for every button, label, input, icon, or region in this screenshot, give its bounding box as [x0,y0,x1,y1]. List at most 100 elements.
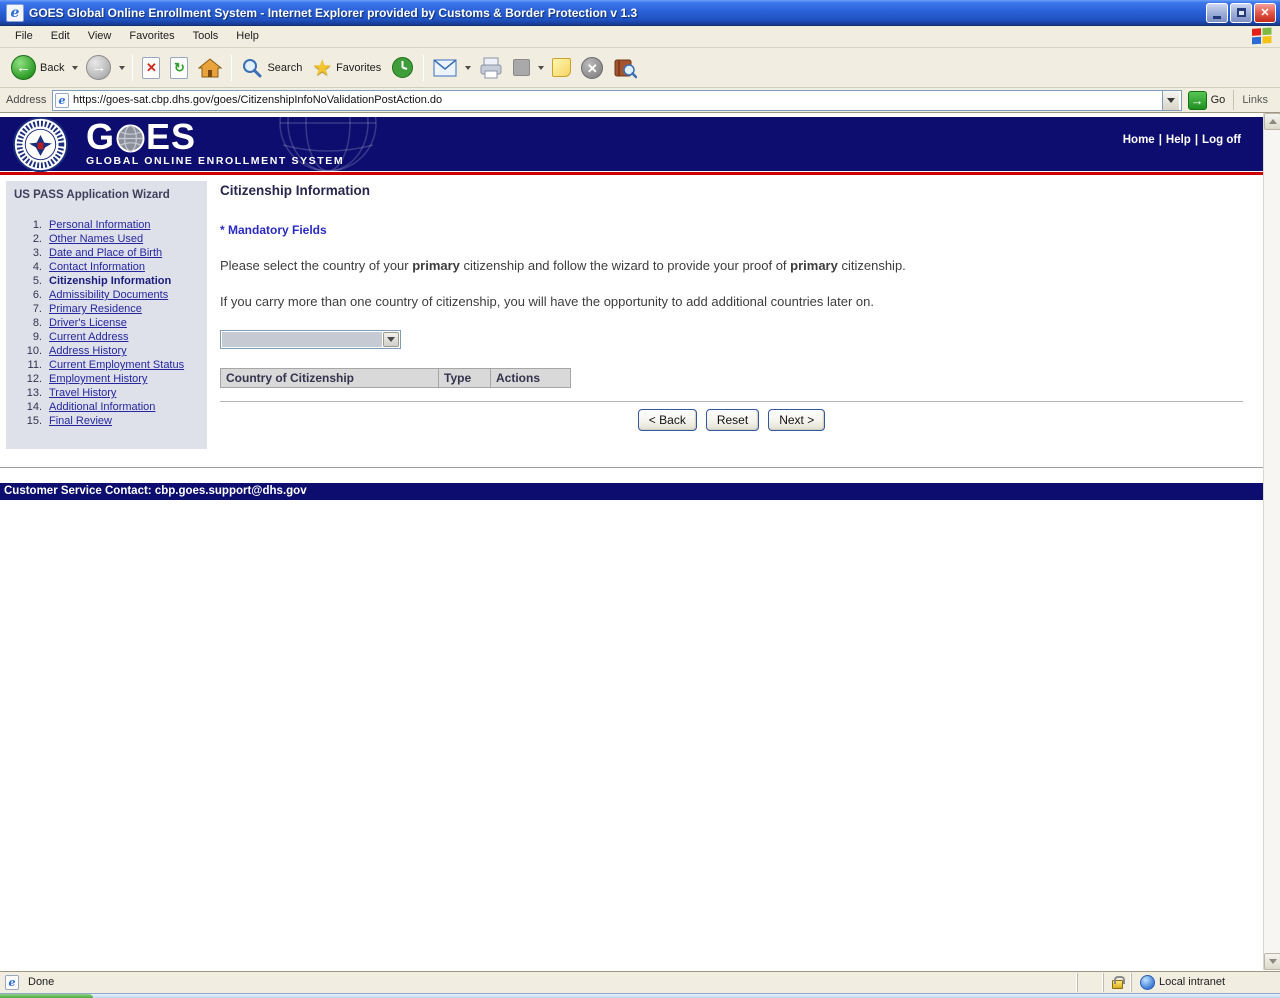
go-button[interactable]: → Go [1182,90,1234,110]
reset-button[interactable]: Reset [705,409,760,431]
forward-dropdown-icon[interactable] [119,65,126,70]
print-button[interactable] [474,51,508,85]
scroll-up-button[interactable] [1264,113,1280,130]
dhs-seal-icon [12,116,69,173]
country-select-dropdown-button[interactable] [383,332,399,347]
wizard-step-final-review: 15. Final Review [26,415,112,427]
menu-help[interactable]: Help [227,26,268,47]
messenger-note-button[interactable] [547,51,576,85]
wizard-step-other-names-used: 2. Other Names Used [32,233,144,245]
home-link[interactable]: Home [1123,134,1155,146]
wizard-step-date-and-place-of-birth: 3. Date and Place of Birth [32,247,163,259]
address-url[interactable]: https://goes-sat.cbp.dhs.gov/goes/Citize… [73,94,1162,106]
header-nav: Home | Help | Log off [1122,134,1241,146]
logo-subtitle: GLOBAL ONLINE ENROLLMENT SYSTEM [86,155,345,167]
wizard-step-travel-history: 13. Travel History [26,387,117,399]
taskbar-edge [0,993,1280,998]
window-title: GOES Global Online Enrollment System - I… [29,5,638,20]
scroll-down-button[interactable] [1264,953,1280,970]
forward-icon: → [86,55,112,80]
start-button-edge[interactable] [0,994,93,998]
back-button[interactable]: ← Back [6,51,69,85]
go-arrow-icon: → [1187,90,1207,110]
toolbar: ← Back → ✕ ↻ Search ★ Favorites ✕ [0,48,1280,88]
status-page-icon: e [5,974,19,990]
address-input[interactable]: e https://goes-sat.cbp.dhs.gov/goes/Citi… [52,89,1182,111]
logo-letters-es: ES [146,116,197,157]
scroll-down-icon [1268,959,1277,964]
home-icon [198,57,223,77]
wizard-step-drivers-license: 8. Driver's License [32,317,127,329]
forward-button[interactable]: → [81,51,116,85]
messenger-x-icon: ✕ [581,56,604,79]
note-icon [552,58,572,77]
search-button[interactable]: Search [236,51,307,85]
refresh-button[interactable]: ↻ [165,51,193,85]
links-toolbar[interactable]: Links [1233,90,1278,110]
menu-edit[interactable]: Edit [42,26,79,47]
address-bar: Address e https://goes-sat.cbp.dhs.gov/g… [0,88,1280,113]
research-book-icon [614,59,638,78]
status-spacer-panel [1076,972,1103,992]
stop-icon: ✕ [142,56,161,79]
back-icon: ← [11,55,36,80]
wizard-step-contact-information: 4. Contact Information [32,261,145,273]
red-divider [0,172,1263,175]
refresh-icon: ↻ [170,56,189,79]
title-bar: e GOES Global Online Enrollment System -… [0,0,1280,26]
wizard-step-employment-history: 12. Employment History [26,373,148,385]
help-link[interactable]: Help [1166,134,1191,146]
country-select[interactable] [220,330,401,349]
goes-header: G ES GLOBAL ONLINE ENROLLMENT SYSTEM Hom… [0,113,1263,173]
favorites-button[interactable]: ★ Favorites [307,51,386,85]
toolbar-separator [132,54,134,81]
instruction-paragraph-1: Please select the country of your primar… [220,258,906,273]
mail-icon [433,58,457,76]
next-button[interactable]: Next > [768,409,826,431]
status-text: Done [28,976,55,988]
column-country-of-citizenship: Country of Citizenship [220,368,439,388]
back-wizard-button[interactable]: < Back [637,409,697,431]
wizard-step-additional-information: 14. Additional Information [26,401,156,413]
stop-button[interactable]: ✕ [137,51,165,85]
logo-globe-icon [116,123,145,153]
wizard-step-address-history: 10. Address History [26,345,127,357]
wizard-sidebar: US PASS Application Wizard 1. Personal In… [6,181,207,449]
menu-view[interactable]: View [79,26,121,47]
mail-button[interactable] [428,51,462,85]
minimize-button[interactable] [1206,2,1228,23]
favorites-star-icon: ★ [312,54,333,80]
menu-file[interactable]: File [6,26,42,47]
home-button[interactable] [193,51,227,85]
edit-button[interactable] [508,51,535,85]
wizard-title: US PASS Application Wizard [14,189,170,201]
wizard-step-current-address: 9. Current Address [32,331,129,343]
ie-window: e GOES Global Online Enrollment System -… [0,0,1280,998]
status-bar: e Done Local intranet [0,970,1280,993]
edit-icon [513,59,531,76]
address-dropdown-button[interactable] [1161,90,1179,110]
chevron-down-icon [387,337,395,342]
toolbar-separator [231,54,233,81]
citizenship-table: Country of Citizenship Type Actions [220,368,571,388]
page-ie-icon: e [55,92,69,108]
close-button[interactable]: ✕ [1254,2,1276,23]
edit-dropdown-icon[interactable] [538,65,545,70]
menu-favorites[interactable]: Favorites [120,26,183,47]
logo-letter-g: G [86,116,116,157]
vertical-scrollbar[interactable] [1263,113,1280,970]
wizard-list: 1. Personal Information 2. Other Names Use… [14,218,207,428]
security-panel [1102,972,1131,992]
history-button[interactable] [386,51,419,85]
messenger-button[interactable]: ✕ [576,51,608,85]
menu-tools[interactable]: Tools [184,26,228,47]
research-button[interactable] [608,51,642,85]
windows-flag-icon [1252,26,1272,44]
wizard-step-personal-information: 1. Personal Information [32,219,151,231]
back-dropdown-icon[interactable] [72,65,79,70]
goes-page: G ES GLOBAL ONLINE ENROLLMENT SYSTEM Hom… [0,113,1263,970]
restore-icon [1236,7,1246,17]
mail-dropdown-icon[interactable] [465,65,472,70]
logoff-link[interactable]: Log off [1202,134,1241,146]
restore-button[interactable] [1230,2,1252,23]
